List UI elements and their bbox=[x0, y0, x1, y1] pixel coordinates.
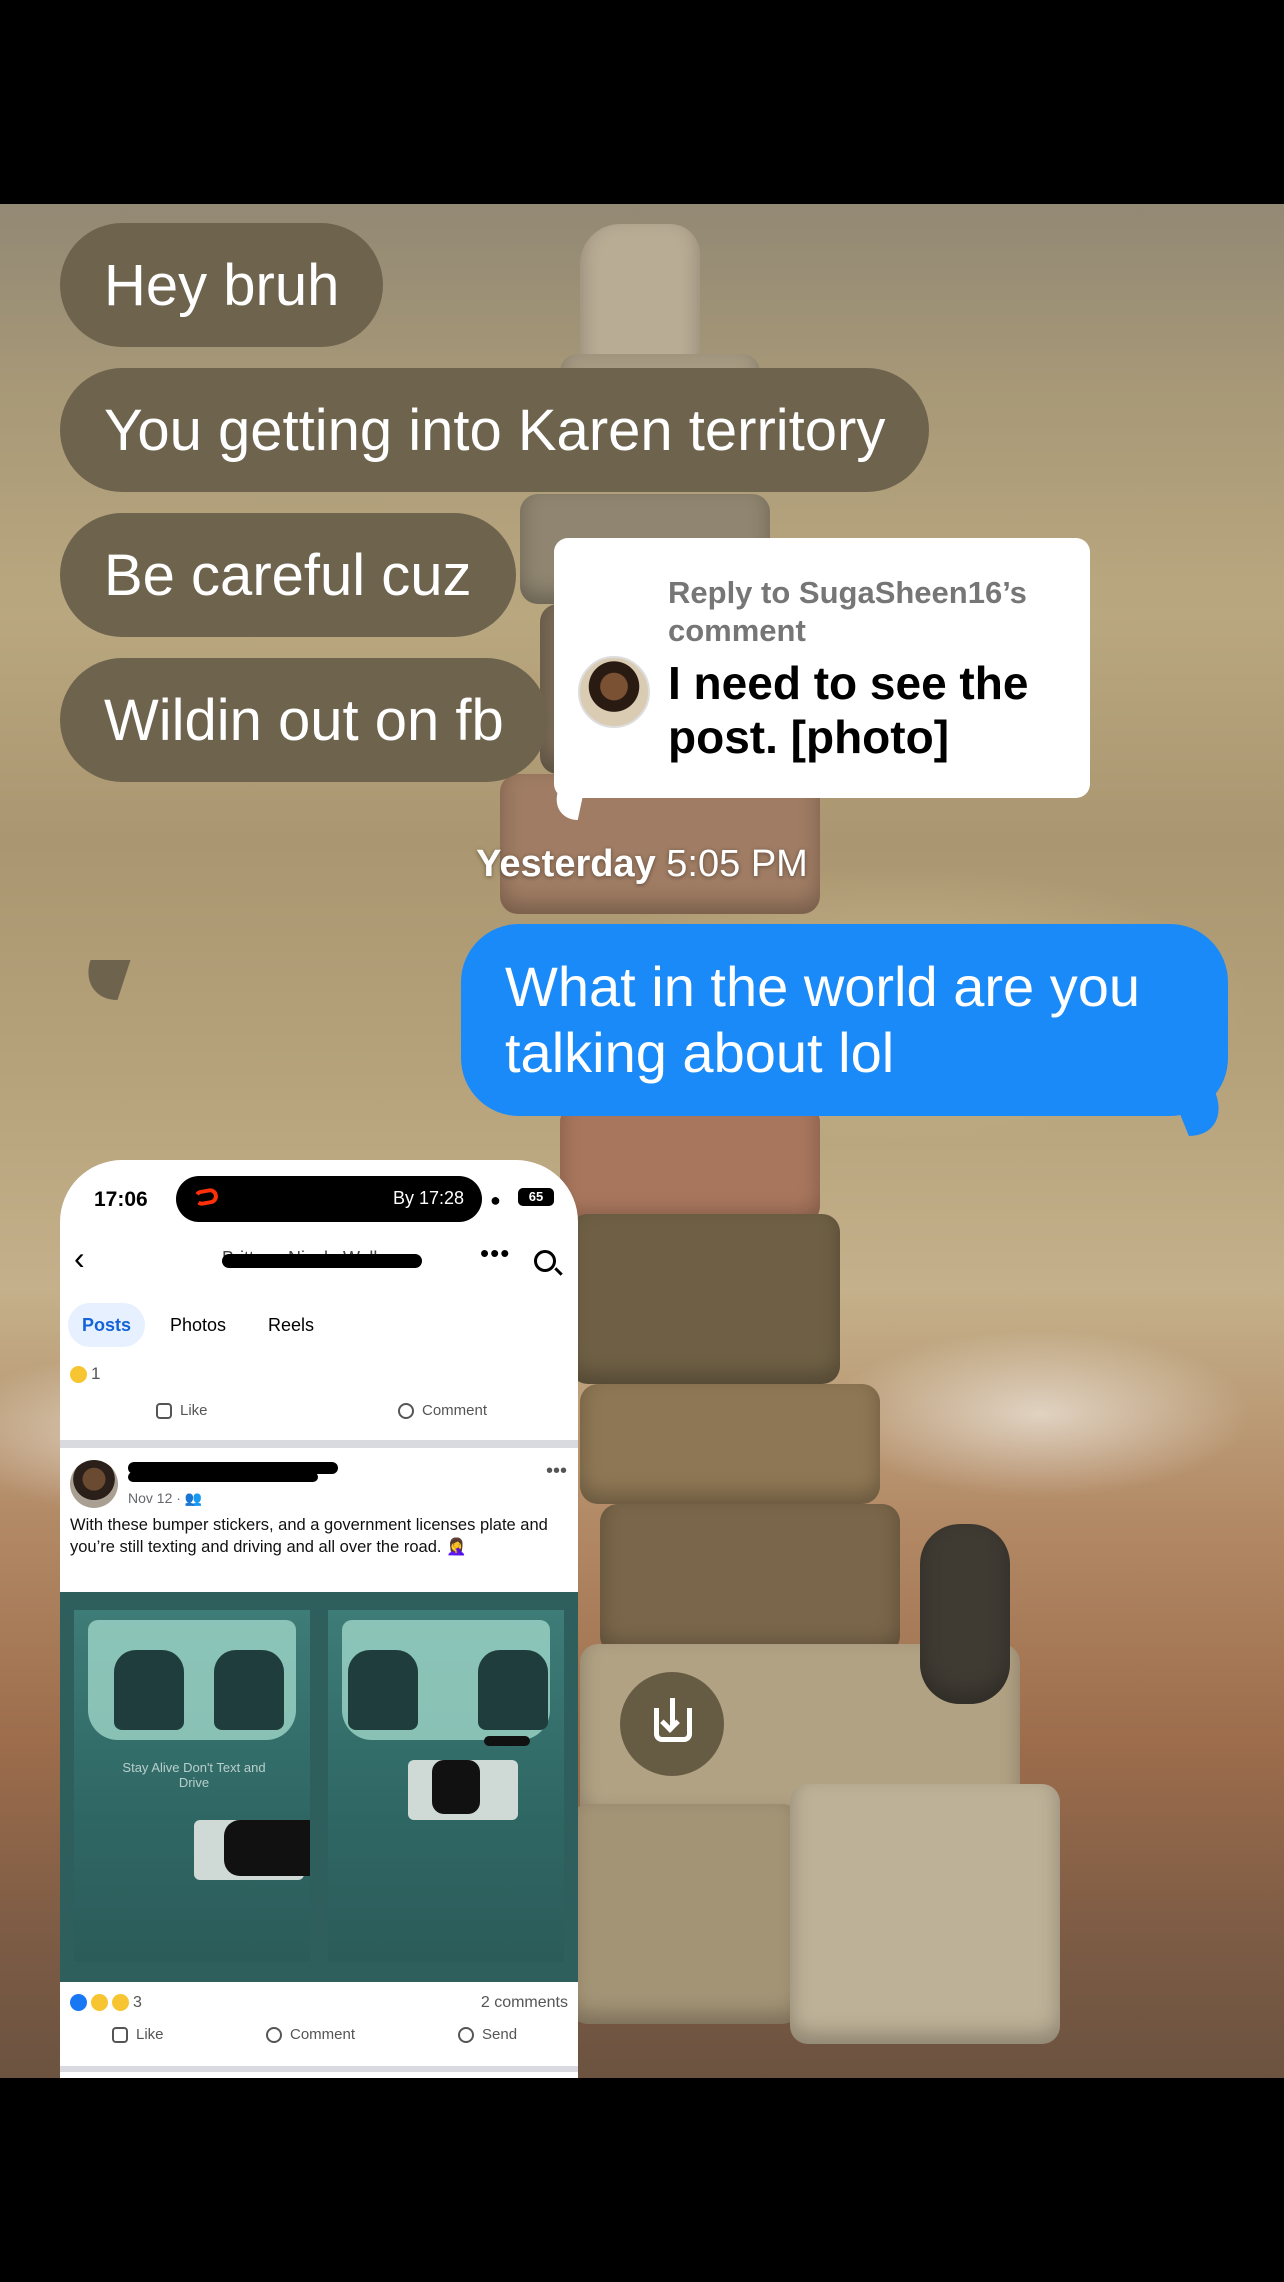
rock bbox=[570, 1214, 840, 1384]
bottom-black-bar bbox=[0, 2078, 1284, 2282]
timestamp-time: 5:05 PM bbox=[666, 843, 808, 885]
redaction-bar bbox=[128, 1472, 318, 1482]
post-text: With these bumper stickers, and a govern… bbox=[70, 1516, 548, 1556]
timestamp: Yesterday 5:05 PM bbox=[0, 842, 1284, 886]
reaction-count: 1 bbox=[91, 1364, 101, 1383]
profile-tabs: Posts Photos Reels bbox=[60, 1303, 578, 1349]
rock bbox=[580, 1384, 880, 1504]
avatar[interactable] bbox=[70, 1460, 118, 1508]
haha-reaction-icon bbox=[70, 1366, 87, 1384]
reply-comment-card[interactable]: Reply to SugaSheen16’s comment I need to… bbox=[554, 538, 1090, 798]
post-photo[interactable]: Stay Alive Don't Text and Drive bbox=[74, 1610, 310, 1962]
comment-icon bbox=[266, 2027, 282, 2044]
reaction-summary: 1 bbox=[70, 1364, 100, 1384]
tab-photos[interactable]: Photos bbox=[156, 1303, 240, 1347]
like-button[interactable]: Like bbox=[156, 1402, 208, 1420]
post-actions: Like Comment bbox=[60, 1394, 578, 1434]
tab-posts[interactable]: Posts bbox=[68, 1303, 146, 1347]
rock bbox=[920, 1524, 1010, 1704]
status-bar: 17:06 By 17:28 ● 65 bbox=[60, 1160, 578, 1230]
haha-reaction-icon bbox=[91, 1994, 108, 2012]
wifi-icon: ● bbox=[490, 1190, 501, 1210]
post-header: Nov 12 · 👥 ••• bbox=[60, 1452, 578, 1516]
rock bbox=[560, 1104, 820, 1224]
delivery-eta: By 17:28 bbox=[392, 1188, 464, 1208]
post-actions: Like Comment Send bbox=[60, 2018, 578, 2058]
fb-header: ‹ Brittany Nicole Walls ••• bbox=[60, 1230, 578, 1290]
avatar bbox=[578, 656, 650, 728]
more-dots-icon[interactable]: ••• bbox=[546, 1460, 567, 1483]
reply-comment-text: I need to see the post. [photo] bbox=[668, 657, 1029, 763]
chevron-left-icon[interactable]: ‹ bbox=[74, 1240, 85, 1277]
redaction-bar bbox=[222, 1254, 422, 1268]
redaction-blot bbox=[224, 1820, 310, 1876]
wow-reaction-icon bbox=[112, 1994, 129, 2012]
messenger-icon bbox=[458, 2027, 474, 2044]
redaction-blot bbox=[432, 1760, 480, 1814]
incoming-message[interactable]: Wildin out on fb bbox=[60, 658, 548, 782]
battery-icon: 65 bbox=[518, 1188, 554, 1206]
comment-icon bbox=[398, 1403, 414, 1420]
post-stats: 3 2 comments bbox=[60, 1988, 578, 2018]
thumbs-up-icon bbox=[156, 1403, 172, 1420]
bumper-sticker: Stay Alive Don't Text and Drive bbox=[122, 1760, 266, 1790]
comment-button[interactable]: Comment bbox=[266, 2026, 355, 2044]
thumbs-up-icon bbox=[112, 2027, 128, 2044]
send-button[interactable]: Send bbox=[458, 2026, 517, 2044]
post-photo[interactable] bbox=[328, 1610, 564, 1962]
reply-label: Reply to SugaSheen16’s comment bbox=[668, 575, 1027, 648]
incoming-message[interactable]: You getting into Karen territory bbox=[60, 368, 930, 492]
rock bbox=[600, 1504, 900, 1654]
divider bbox=[60, 2066, 578, 2072]
more-dots-icon[interactable]: ••• bbox=[480, 1238, 510, 1269]
reaction-count: 3 bbox=[133, 1994, 142, 2011]
like-button[interactable]: Like bbox=[112, 2026, 164, 2044]
incoming-message[interactable]: Hey bruh bbox=[60, 223, 384, 347]
post-photos[interactable]: Stay Alive Don't Text and Drive bbox=[60, 1592, 578, 1982]
rock bbox=[570, 1804, 800, 2024]
post-date: Nov 12 · 👥 bbox=[128, 1490, 203, 1506]
incoming-message[interactable]: Be careful cuz bbox=[60, 513, 516, 637]
redaction-blot bbox=[484, 1736, 530, 1746]
top-black-bar bbox=[0, 0, 1284, 204]
tab-reels[interactable]: Reels bbox=[254, 1303, 328, 1347]
doordash-icon bbox=[192, 1187, 220, 1207]
attached-screenshot[interactable]: 17:06 By 17:28 ● 65 ‹ Brittany Nicole Wa… bbox=[60, 1160, 578, 2078]
search-icon[interactable] bbox=[534, 1250, 556, 1272]
timestamp-day: Yesterday bbox=[476, 843, 656, 885]
comment-button[interactable]: Comment bbox=[398, 1402, 487, 1420]
download-button[interactable] bbox=[620, 1672, 724, 1776]
dynamic-island: By 17:28 bbox=[176, 1176, 482, 1222]
divider bbox=[60, 1440, 578, 1448]
status-time: 17:06 bbox=[94, 1188, 148, 1211]
outgoing-message[interactable]: What in the world are you talking about … bbox=[461, 924, 1228, 1116]
like-reaction-icon bbox=[70, 1994, 87, 2012]
comment-count[interactable]: 2 comments bbox=[481, 1994, 568, 2012]
rock bbox=[790, 1784, 1060, 2044]
